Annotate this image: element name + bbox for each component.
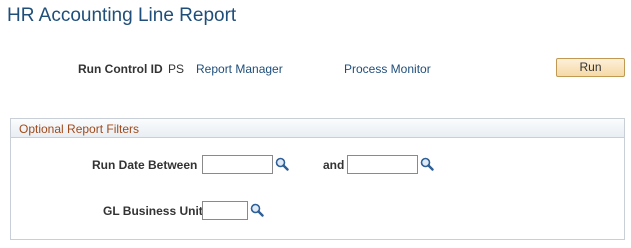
filters-header: Optional Report Filters	[11, 119, 624, 138]
run-date-between-label: Run Date Between	[92, 158, 198, 172]
gl-business-unit-input[interactable]	[202, 201, 248, 220]
process-monitor-link[interactable]: Process Monitor	[344, 62, 431, 76]
filters-title: Optional Report Filters	[19, 122, 140, 136]
run-date-to-lookup-icon[interactable]	[420, 157, 434, 171]
run-control-id-value: PS	[168, 62, 185, 76]
gl-business-unit-label: GL Business Unit	[103, 204, 203, 218]
gl-business-unit-lookup-icon[interactable]	[250, 203, 264, 217]
run-date-from-lookup-icon[interactable]	[275, 157, 289, 171]
run-date-to-input[interactable]	[347, 155, 418, 174]
and-label: and	[323, 158, 345, 172]
page-title: HR Accounting Line Report	[7, 5, 237, 26]
run-control-id-label: Run Control ID	[78, 62, 163, 76]
report-manager-link[interactable]: Report Manager	[196, 62, 283, 76]
run-button[interactable]: Run	[556, 58, 625, 77]
run-date-from-input[interactable]	[202, 155, 273, 174]
optional-report-filters-group: Optional Report Filters	[10, 118, 625, 240]
